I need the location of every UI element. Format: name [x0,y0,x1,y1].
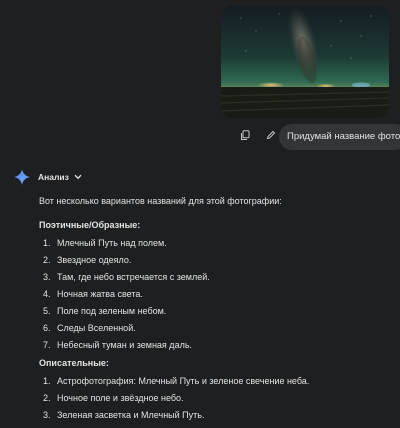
list-item: 2. Звездное одеяло. [43,255,132,265]
list-item: 7. Небесный туман и земная даль. [43,340,193,350]
uploaded-photo[interactable] [221,6,389,118]
list-item: 1. Астрофотография: Млечный Путь и зелено… [43,376,310,386]
model-response-content: Вот несколько вариантов названий для это… [39,196,389,428]
copy-icon[interactable] [238,128,252,142]
edit-pencil-icon[interactable] [264,128,278,142]
list-item: 4. Ночная жатва света. [43,289,143,299]
chat-page: Придумай название фото Анализ Вот нескол… [0,0,400,428]
analysis-toggle[interactable]: Анализ [38,172,82,182]
list-item: 3. Зеленая засветка и Млечный Путь. [43,410,205,420]
list-item: 3. Там, где небо встречается с землей. [43,272,210,282]
gemini-spark-icon [14,169,30,185]
list-item: 1. Млечный Путь над полем. [43,238,167,248]
model-response-header: Анализ [14,169,82,185]
analysis-label: Анализ [38,172,69,182]
section-title-descriptive: Описательные: [39,358,109,368]
message-actions [238,128,278,142]
chevron-down-icon [74,174,82,180]
list-poetic: 1. Млечный Путь над полем. 2. Звездное оде… [39,238,389,351]
response-intro: Вот несколько вариантов названий для это… [39,196,282,206]
list-item: 6. Следы Вселенной. [43,323,136,333]
list-descriptive: 1. Астрофотография: Млечный Путь и зелено… [39,376,389,421]
list-item: 2. Ночное поле и звёздное небо. [43,393,184,403]
section-title-poetic: Поэтичные/Образные: [39,220,141,230]
user-message-bubble: Придумай название фото [279,124,400,150]
list-item: 5. Поле под зеленым небом. [43,306,167,316]
